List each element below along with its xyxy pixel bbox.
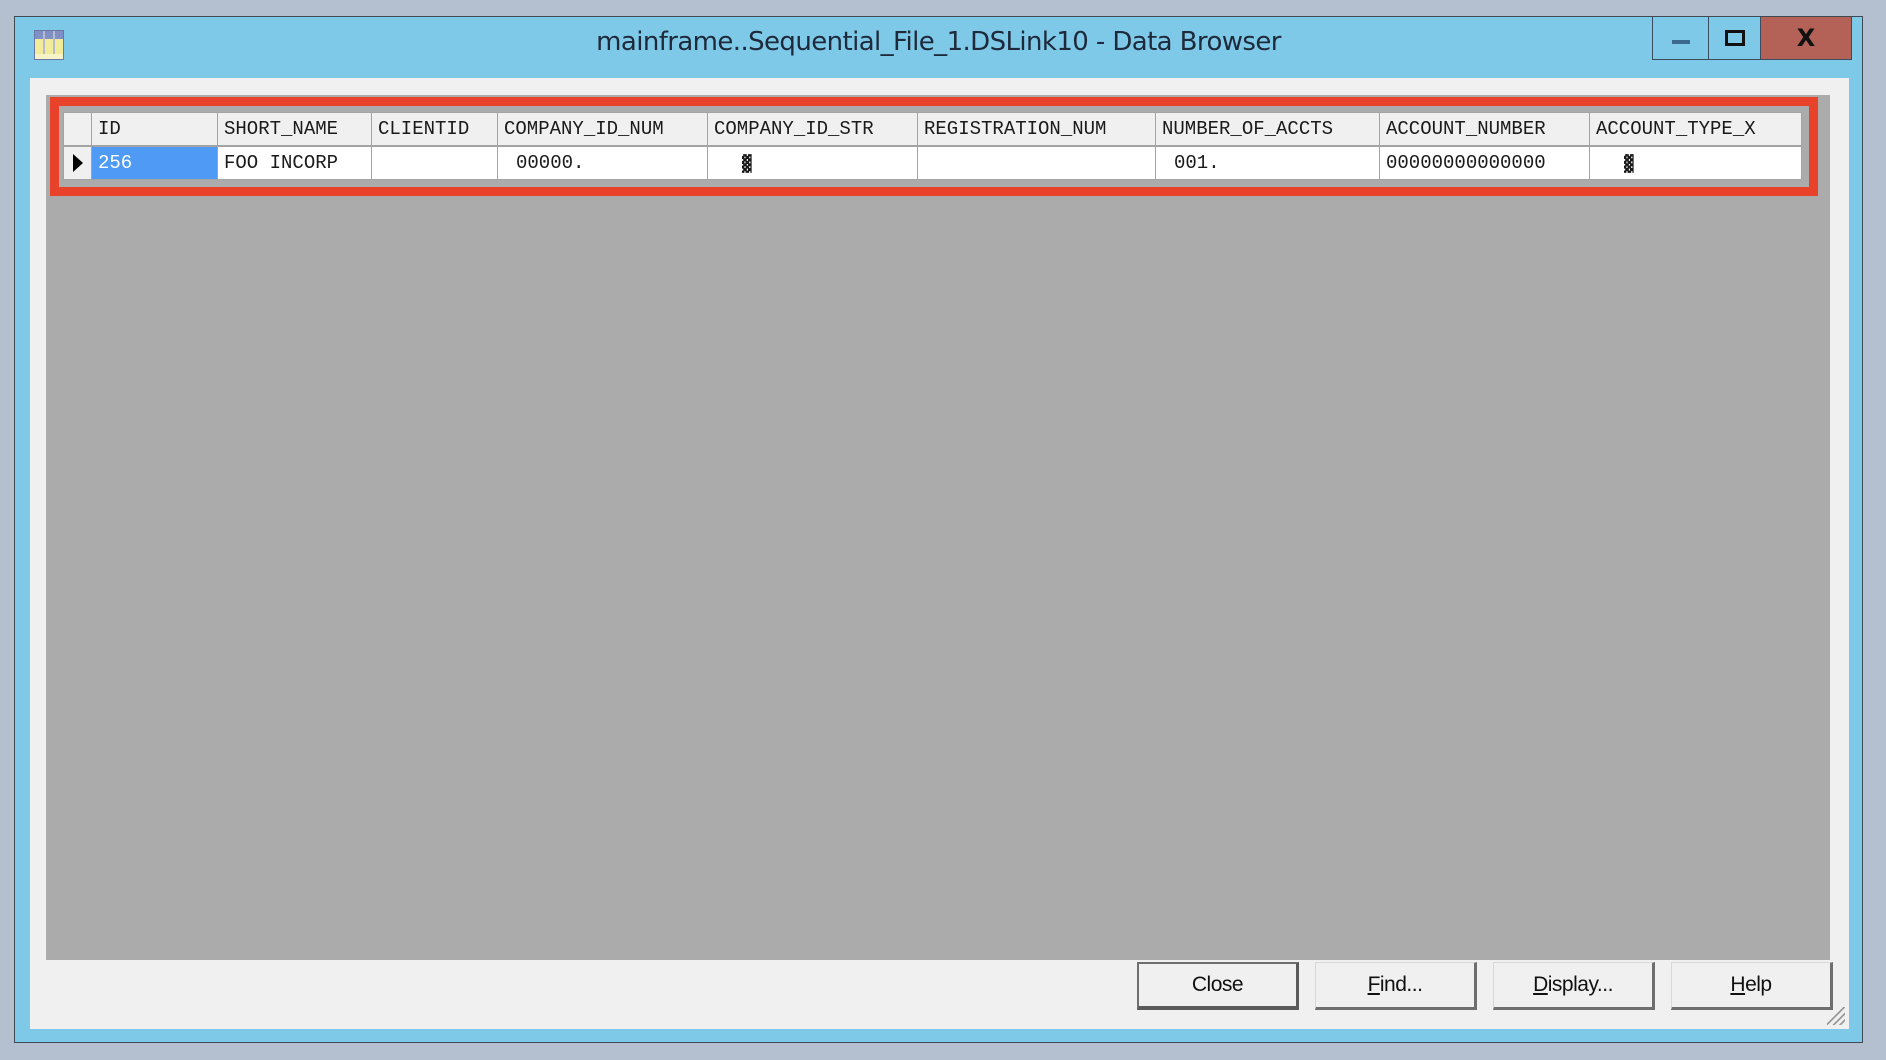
- find-button[interactable]: Find...: [1315, 962, 1477, 1010]
- maximize-icon: [1724, 30, 1745, 46]
- help-button[interactable]: Help: [1671, 962, 1833, 1010]
- display-mnemonic: D: [1533, 973, 1548, 996]
- close-button-label: Close: [1191, 973, 1244, 996]
- title-bar[interactable]: mainframe..Sequential_File_1.DSLink10 - …: [15, 17, 1862, 79]
- close-button[interactable]: Close: [1137, 962, 1299, 1010]
- display-button[interactable]: Display...: [1493, 962, 1655, 1010]
- maximize-button[interactable]: [1708, 17, 1761, 60]
- client-area: ID SHORT_NAME CLIENTID COMPANY_ID_NUM CO…: [30, 78, 1849, 1029]
- find-mnemonic: F: [1367, 973, 1381, 996]
- display-button-label: isplay...: [1547, 973, 1614, 996]
- data-browser-window: mainframe..Sequential_File_1.DSLink10 - …: [14, 16, 1863, 1043]
- minimize-button[interactable]: [1652, 17, 1709, 60]
- data-grid-area[interactable]: ID SHORT_NAME CLIENTID COMPANY_ID_NUM CO…: [46, 95, 1830, 960]
- help-mnemonic: H: [1730, 973, 1746, 996]
- resize-grip-icon[interactable]: [1827, 1007, 1845, 1025]
- annotation-highlight-box: [50, 97, 1818, 196]
- minimize-icon: [1671, 40, 1690, 44]
- find-button-label: ind...: [1379, 973, 1423, 996]
- close-window-button[interactable]: X: [1760, 17, 1852, 60]
- close-icon: X: [1796, 24, 1816, 52]
- window-title: mainframe..Sequential_File_1.DSLink10 - …: [596, 27, 1281, 57]
- help-button-label: elp: [1745, 973, 1772, 996]
